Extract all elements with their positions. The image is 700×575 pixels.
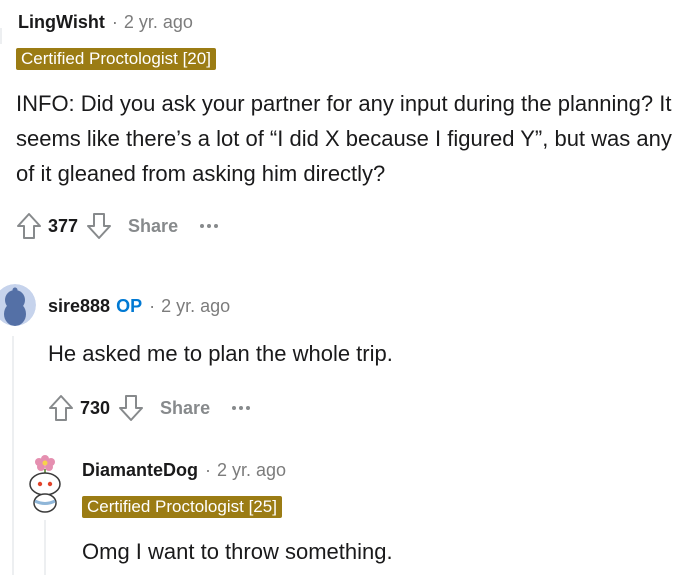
comment-body: Omg I want to throw something. <box>82 539 393 564</box>
vote-count: 730 <box>80 397 111 418</box>
comment-timestamp[interactable]: 2 yr. ago <box>217 460 286 481</box>
comment-actions: 377 Share <box>14 210 221 242</box>
upvote-icon[interactable] <box>46 393 76 423</box>
snoo-flower-avatar-icon[interactable] <box>22 452 68 514</box>
user-flair: Certified Proctologist [20] <box>16 48 216 70</box>
comment-timestamp[interactable]: 2 yr. ago <box>161 296 230 317</box>
comment-timestamp[interactable]: 2 yr. ago <box>124 12 193 33</box>
comment-author[interactable]: LingWisht <box>18 12 105 33</box>
thread-line-reply[interactable] <box>44 520 46 575</box>
user-flair: Certified Proctologist [25] <box>82 496 282 518</box>
comment-body: He asked me to plan the whole trip. <box>48 341 393 366</box>
comment-body: INFO: Did you ask your partner for any i… <box>16 91 672 186</box>
upvote-icon[interactable] <box>14 211 44 241</box>
meta-separator: · <box>149 296 156 316</box>
comment-meta: sire888 OP · 2 yr. ago <box>48 296 230 317</box>
comment-meta: DiamanteDog · 2 yr. ago <box>82 460 286 481</box>
vote-count: 377 <box>48 215 79 236</box>
meta-separator: · <box>111 12 118 32</box>
thread-line-root[interactable] <box>0 28 2 44</box>
comment-author[interactable]: sire888 <box>48 296 110 317</box>
comment-actions: 730 Share <box>46 392 253 424</box>
thread-line-op[interactable] <box>12 336 14 575</box>
more-options-icon[interactable] <box>232 398 253 418</box>
downvote-icon[interactable] <box>84 211 114 241</box>
more-options-icon[interactable] <box>200 216 221 236</box>
share-button[interactable]: Share <box>128 216 178 237</box>
meta-separator: · <box>205 460 212 480</box>
downvote-icon[interactable] <box>116 393 146 423</box>
comment-author[interactable]: DiamanteDog <box>82 460 198 481</box>
snoo-avatar-icon[interactable] <box>0 284 36 326</box>
comment-meta: LingWisht · 2 yr. ago <box>18 12 193 33</box>
op-badge: OP <box>116 296 143 316</box>
share-button[interactable]: Share <box>160 398 210 419</box>
